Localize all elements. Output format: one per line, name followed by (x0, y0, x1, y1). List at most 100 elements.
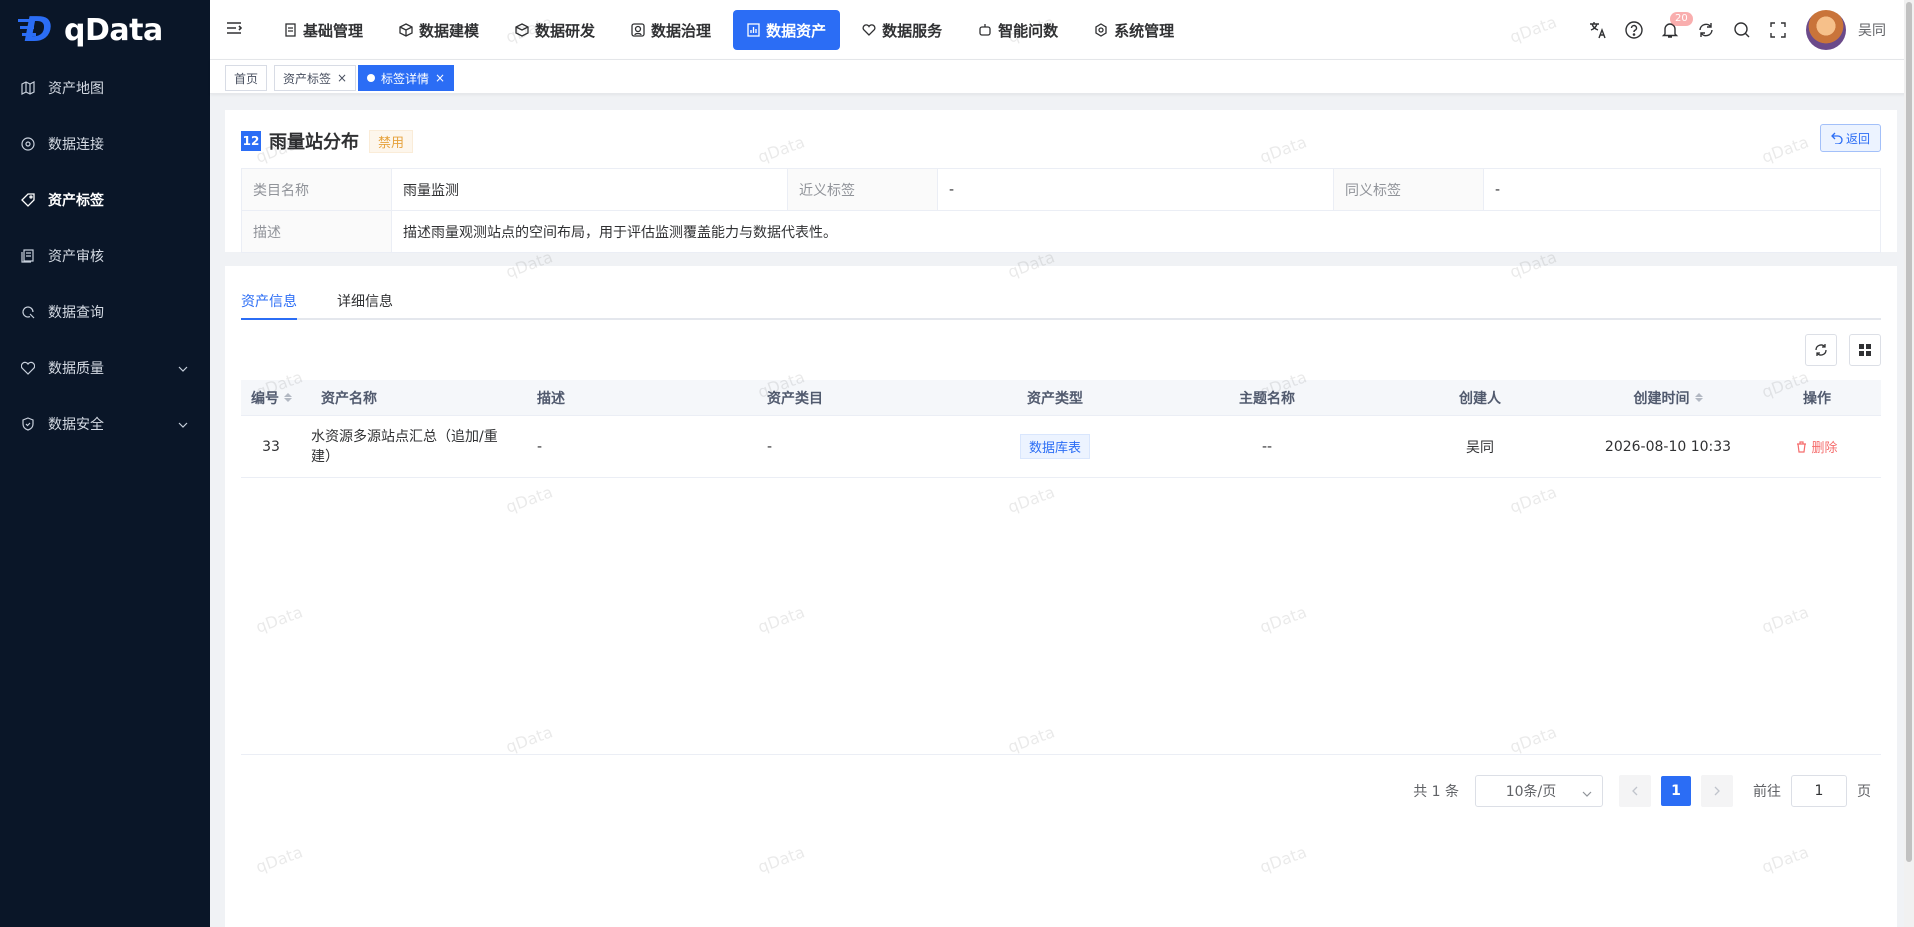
sidebar: D qData 资产地图 数据连接 资产标签 资产审核 数据查询 数据质量 数据… (0, 0, 210, 927)
col-creator: 创建人 (1377, 388, 1583, 408)
username[interactable]: 吴同 (1858, 20, 1886, 40)
bell-icon[interactable]: 20 (1652, 12, 1693, 39)
refresh-table-button[interactable] (1805, 334, 1837, 366)
qdata-logo-icon: D (18, 13, 60, 47)
help-icon[interactable] (1616, 21, 1652, 39)
refresh-icon[interactable] (1688, 21, 1724, 39)
fullscreen-icon[interactable] (1760, 22, 1796, 38)
sort-icon[interactable] (1694, 393, 1703, 402)
nav-label: 系统管理 (1114, 21, 1175, 40)
column-settings-button[interactable] (1849, 334, 1881, 366)
prev-page-button[interactable] (1619, 775, 1651, 807)
query-icon (20, 304, 36, 320)
avatar[interactable] (1806, 10, 1846, 50)
page-size-select[interactable]: 10条/页 (1475, 775, 1603, 807)
table-footer-divider (241, 754, 1881, 755)
sidebar-item-asset-audit[interactable]: 资产审核 (0, 228, 210, 284)
nav-smart-query[interactable]: 智能问数 (964, 10, 1072, 50)
map-icon (20, 80, 36, 96)
tab-home[interactable]: 首页 (225, 65, 268, 91)
col-header-label: 创建时间 (1633, 390, 1690, 407)
description-value: 描述雨量观测站点的空间布局，用于评估监测覆盖能力与数据代表性。 (391, 210, 1881, 253)
synonym-tag-label: 同义标签 (1333, 168, 1484, 211)
sidebar-item-label: 数据连接 (48, 137, 104, 153)
connection-icon (20, 136, 36, 152)
nav-basic-management[interactable]: 基础管理 (270, 10, 377, 50)
tab-detail-info[interactable]: 详细信息 (337, 284, 393, 320)
cell-category: - (767, 438, 773, 455)
cell-created-at: 2026-08-10 10:33 (1604, 438, 1732, 455)
page-number-current[interactable]: 1 (1661, 776, 1691, 806)
sidebar-item-asset-tags[interactable]: 资产标签 (0, 172, 210, 228)
tab-asset-info[interactable]: 资产信息 (241, 284, 297, 320)
back-button[interactable]: 返回 (1819, 124, 1881, 152)
sidebar-item-data-quality[interactable]: 数据质量 (0, 340, 210, 396)
sidebar-item-label: 资产地图 (48, 81, 104, 97)
cell-description: - (537, 438, 543, 455)
col-theme: 主题名称 (1157, 388, 1377, 408)
col-header-label: 资产类目 (767, 390, 823, 407)
col-header-label: 资产名称 (321, 390, 377, 407)
search-icon[interactable] (1724, 21, 1760, 39)
tab-tag-detail[interactable]: 标签详情 × (358, 65, 455, 91)
app-logo[interactable]: D qData (0, 0, 210, 60)
chevron-down-icon[interactable] (178, 416, 188, 432)
menu-toggle-icon[interactable] (226, 21, 243, 39)
description-label: 描述 (241, 210, 392, 253)
close-icon[interactable]: × (337, 71, 347, 85)
col-header-label: 描述 (537, 390, 565, 407)
chevron-down-icon[interactable] (178, 360, 188, 376)
delete-label: 删除 (1811, 441, 1838, 456)
col-asset-type: 资产类型 (953, 388, 1157, 408)
cube-icon (399, 23, 413, 37)
col-header-label: 编号 (251, 390, 279, 407)
tags-view-bar: 首页 资产标签 × 标签详情 × (210, 60, 1914, 94)
cell-asset-name: 水资源多源站点汇总（追加/重建） (311, 428, 498, 465)
sidebar-item-data-connection[interactable]: 数据连接 (0, 116, 210, 172)
detail-tabs: 资产信息 详细信息 (241, 284, 1881, 320)
col-id[interactable]: 编号 (241, 388, 311, 408)
category-label: 类目名称 (241, 168, 392, 211)
trash-icon (1797, 440, 1807, 453)
sidebar-item-label: 数据质量 (48, 361, 104, 377)
nav-label: 数据资产 (766, 21, 827, 40)
col-category: 资产类目 (757, 388, 953, 408)
table-row: 33 水资源多源站点汇总（追加/重建） - - 数据库表 -- 吴同 2026-… (241, 416, 1881, 478)
nav-data-modeling[interactable]: 数据建模 (385, 10, 493, 50)
active-dot-icon (367, 74, 375, 82)
nav-data-development[interactable]: 数据研发 (501, 10, 609, 50)
nav-label: 基础管理 (303, 21, 364, 40)
sidebar-item-label: 资产审核 (48, 249, 104, 265)
scrollbar-thumb[interactable] (1906, 2, 1912, 862)
nav-label: 智能问数 (998, 21, 1059, 40)
nav-data-assets[interactable]: 数据资产 (733, 10, 841, 50)
shield-icon (20, 416, 36, 432)
nav-data-services[interactable]: 数据服务 (848, 10, 956, 50)
translate-icon[interactable] (1580, 21, 1616, 39)
cell-actions: 删除 (1753, 437, 1881, 456)
sidebar-item-asset-map[interactable]: 资产地图 (0, 60, 210, 116)
sidebar-item-data-security[interactable]: 数据安全 (0, 396, 210, 452)
delete-button[interactable]: 删除 (1796, 437, 1838, 456)
asset-type-tag: 数据库表 (1019, 434, 1090, 459)
sort-icon[interactable] (284, 393, 292, 402)
col-description: 描述 (527, 388, 757, 408)
gear-icon (1094, 23, 1108, 37)
goto-page-input[interactable]: 1 (1791, 775, 1847, 807)
nav-data-governance[interactable]: 数据治理 (617, 10, 725, 50)
next-page-button[interactable] (1701, 775, 1733, 807)
sidebar-item-data-query[interactable]: 数据查询 (0, 284, 210, 340)
nav-label: 数据建模 (419, 21, 480, 40)
cell-theme: -- (1261, 438, 1273, 455)
goto-label: 前往 (1753, 784, 1781, 800)
near-tag-label: 近义标签 (787, 168, 938, 211)
nav-system-management[interactable]: 系统管理 (1080, 10, 1188, 50)
page-scrollbar[interactable] (1904, 0, 1914, 927)
heart-icon (862, 23, 876, 37)
tab-asset-tags[interactable]: 资产标签 × (274, 65, 357, 91)
sidebar-item-label: 数据查询 (48, 305, 104, 321)
pagination: 共 1 条 10条/页 1 前往 1 页 (1413, 775, 1871, 807)
col-header-label: 主题名称 (1239, 390, 1295, 407)
close-icon[interactable]: × (435, 71, 445, 85)
col-created-at[interactable]: 创建时间 (1583, 388, 1753, 408)
